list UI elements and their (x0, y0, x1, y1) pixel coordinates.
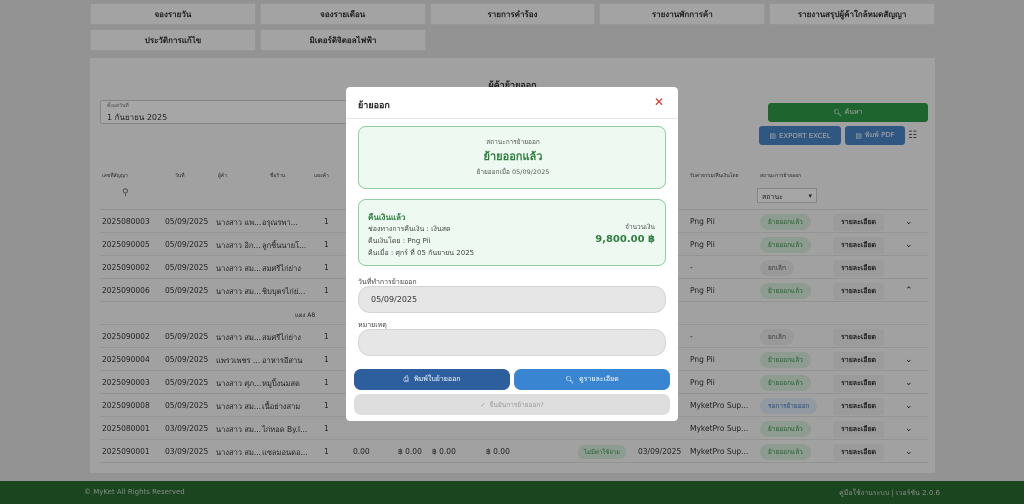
close-icon[interactable]: ✕ (654, 95, 664, 109)
detail-label: ดูรายละเอียด (579, 375, 619, 383)
confirm-moveout-button[interactable]: ✓ ยืนยันการย้ายออก? (354, 394, 670, 415)
print-label: พิมพ์ใบย้ายออก (414, 375, 461, 383)
modal-header: ย้ายออก ✕ (346, 87, 678, 119)
refund-when: คืนเมื่อ : ศุกร์ ที่ 05 กันยายน 2025 (368, 249, 475, 257)
moveout-status-card: สถานะการย้ายออก ย้ายออกแล้ว ย้ายออกเมื่อ… (358, 126, 666, 189)
amount-label: จำนวนเงิน (625, 223, 655, 231)
amount-value: 9,800.00 ฿ (595, 234, 655, 245)
search-icon: 🔍︎ (565, 375, 575, 384)
moveout-date-field[interactable]: 05/09/2025 (358, 286, 666, 313)
refund-channel: ช่องทางการคืนเงิน : เงินสด (368, 225, 451, 233)
status-label: สถานะการย้ายออก (486, 138, 540, 146)
refund-card: คืนเงินแล้ว ช่องทางการคืนเงิน : เงินสด ค… (358, 199, 666, 266)
printer-icon: ⎙ (403, 375, 410, 383)
view-detail-button[interactable]: 🔍︎ ดูรายละเอียด (514, 369, 670, 390)
check-icon: ✓ (480, 400, 486, 409)
refund-title: คืนเงินแล้ว (368, 213, 406, 222)
status-date: ย้ายออกเมื่อ 05/09/2025 (476, 168, 550, 176)
status-value: ย้ายออกแล้ว (483, 150, 543, 163)
note-field[interactable] (358, 329, 666, 356)
refund-by: คืนเงินโดย : Png Pii (368, 237, 431, 245)
modal-title: ย้ายออก (358, 101, 390, 111)
confirm-label: ยืนยันการย้ายออก? (489, 400, 544, 409)
print-moveout-button[interactable]: ⎙ พิมพ์ใบย้ายออก (354, 369, 510, 390)
moveout-modal: ย้ายออก ✕ สถานะการย้ายออก ย้ายออกแล้ว ย้… (346, 87, 678, 421)
